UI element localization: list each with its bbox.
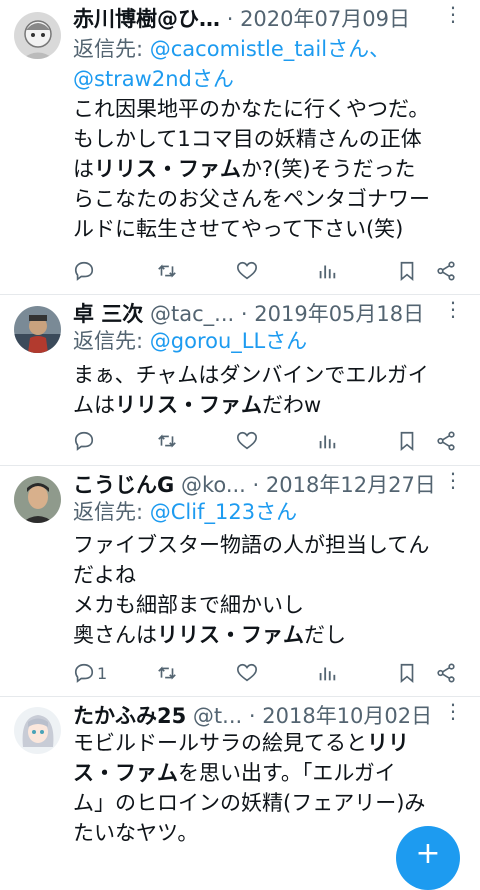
tweet-text: これ因果地平のかなたに行くやつだ。 もしかして1コマ目の妖精さんの正体 はリリス… bbox=[73, 94, 473, 244]
compose-button[interactable]: + bbox=[396, 826, 460, 890]
reply-count: 1 bbox=[97, 663, 108, 683]
views-icon bbox=[316, 260, 338, 282]
mention-link[interactable]: @gorou_LLさん bbox=[150, 329, 307, 353]
tweet-text: まぁ、チャムはダンバインでエルガイ ムはリリス・ファムだわw bbox=[73, 360, 473, 420]
retweet-button[interactable] bbox=[156, 258, 178, 284]
retweet-button[interactable] bbox=[156, 660, 178, 686]
more-icon[interactable]: ⋮ bbox=[443, 468, 464, 492]
handle[interactable]: @t... bbox=[193, 704, 242, 728]
avatar[interactable] bbox=[14, 707, 61, 754]
compose-icon: + bbox=[415, 836, 441, 871]
action-bar bbox=[73, 428, 468, 456]
separator-dot: · bbox=[240, 302, 248, 326]
reply-prefix: 返信先: bbox=[73, 329, 150, 353]
views-button[interactable] bbox=[316, 428, 338, 454]
display-name[interactable]: こうじんG bbox=[73, 473, 174, 497]
text-segment: だわw bbox=[262, 393, 322, 417]
retweet-icon bbox=[156, 662, 178, 684]
share-button[interactable] bbox=[435, 660, 457, 686]
more-icon[interactable]: ⋮ bbox=[443, 297, 464, 321]
tweet-date[interactable]: 2018年10月02日 bbox=[262, 704, 432, 728]
highlight-term: リリス・ファム bbox=[94, 157, 241, 181]
mention-link[interactable]: @straw2ndさん bbox=[73, 67, 234, 91]
reply-to: 返信先: @Clif_123さん bbox=[73, 497, 297, 527]
display-name[interactable]: 卓 三次 bbox=[73, 302, 143, 326]
bookmark-button[interactable] bbox=[396, 660, 418, 686]
tweet[interactable]: こうじんG @ko... · 2018年12月27日 ⋮ 返信先: @Clif_… bbox=[0, 466, 480, 696]
action-bar bbox=[73, 258, 468, 286]
mention-link[interactable]: @Clif_123さん bbox=[150, 500, 297, 524]
heart-icon bbox=[236, 430, 258, 452]
retweet-icon bbox=[156, 430, 178, 452]
like-button[interactable] bbox=[236, 660, 258, 686]
reply-button[interactable]: 1 bbox=[73, 660, 107, 686]
share-icon bbox=[435, 662, 457, 684]
tweet-text: ファイブスター物語の人が担当してん だよね メカも細部まで細かいし 奥さんはリリ… bbox=[73, 530, 473, 650]
tweet-header: こうじんG @ko... · 2018年12月27日 bbox=[73, 471, 436, 499]
reply-icon bbox=[73, 430, 95, 452]
reply-button[interactable] bbox=[73, 258, 97, 284]
share-icon bbox=[435, 260, 457, 282]
display-name[interactable]: 赤川博樹@ひ… bbox=[73, 7, 220, 31]
like-button[interactable] bbox=[236, 428, 258, 454]
tweet-date[interactable]: 2018年12月27日 bbox=[266, 473, 436, 497]
display-name[interactable]: たかふみ25 bbox=[73, 704, 186, 728]
tweet-header: たかふみ25 @t... · 2018年10月02日 bbox=[73, 702, 432, 730]
action-bar: 1 bbox=[73, 660, 468, 688]
highlight-term: リリス・ファム bbox=[157, 623, 304, 647]
avatar[interactable] bbox=[14, 12, 61, 59]
more-icon[interactable]: ⋮ bbox=[443, 699, 464, 723]
separator-dot: · bbox=[248, 704, 256, 728]
bookmark-icon bbox=[396, 430, 418, 452]
tweet-date[interactable]: 2019年05月18日 bbox=[254, 302, 424, 326]
reply-to-line-2: @straw2ndさん bbox=[73, 64, 234, 94]
reply-to: 返信先: @gorou_LLさん bbox=[73, 326, 307, 356]
more-icon[interactable]: ⋮ bbox=[443, 2, 464, 26]
tweet[interactable]: 赤川博樹@ひ… · 2020年07月09日 ⋮ 返信先: @cacomistle… bbox=[0, 0, 480, 294]
reply-icon bbox=[73, 662, 95, 684]
separator-dot: · bbox=[252, 473, 260, 497]
tweet-date[interactable]: 2020年07月09日 bbox=[240, 7, 410, 31]
reply-prefix: 返信先: bbox=[73, 37, 150, 61]
bookmark-button[interactable] bbox=[396, 258, 418, 284]
tweet[interactable]: 卓 三次 @tac_... · 2019年05月18日 ⋮ 返信先: @goro… bbox=[0, 295, 480, 465]
heart-icon bbox=[236, 662, 258, 684]
share-button[interactable] bbox=[435, 428, 457, 454]
mention-link[interactable]: @cacomistle_tailさん、 bbox=[150, 37, 390, 61]
tweet-header: 卓 三次 @tac_... · 2019年05月18日 bbox=[73, 300, 424, 328]
handle[interactable]: @tac_... bbox=[150, 302, 234, 326]
views-button[interactable] bbox=[316, 258, 338, 284]
bookmark-icon bbox=[396, 260, 418, 282]
reply-to: 返信先: @cacomistle_tailさん、 bbox=[73, 34, 390, 64]
reply-prefix: 返信先: bbox=[73, 500, 150, 524]
views-button[interactable] bbox=[316, 660, 338, 686]
bookmark-icon bbox=[396, 662, 418, 684]
views-icon bbox=[316, 430, 338, 452]
like-button[interactable] bbox=[236, 258, 258, 284]
avatar[interactable] bbox=[14, 306, 61, 353]
retweet-icon bbox=[156, 260, 178, 282]
retweet-button[interactable] bbox=[156, 428, 178, 454]
tweet[interactable]: たかふみ25 @t... · 2018年10月02日 ⋮ モビルドールサラの絵見… bbox=[0, 697, 480, 851]
text-segment: だし bbox=[304, 623, 346, 647]
bookmark-button[interactable] bbox=[396, 428, 418, 454]
highlight-term: リリス・ファム bbox=[115, 393, 262, 417]
share-button[interactable] bbox=[435, 258, 457, 284]
text-segment: モビルドールサラの絵見てると bbox=[73, 731, 367, 755]
handle[interactable]: @ko... bbox=[181, 473, 246, 497]
avatar[interactable] bbox=[14, 476, 61, 523]
reply-icon bbox=[73, 260, 95, 282]
separator-dot: · bbox=[226, 7, 234, 31]
heart-icon bbox=[236, 260, 258, 282]
views-icon bbox=[316, 662, 338, 684]
tweet-header: 赤川博樹@ひ… · 2020年07月09日 bbox=[73, 5, 410, 33]
share-icon bbox=[435, 430, 457, 452]
reply-button[interactable] bbox=[73, 428, 97, 454]
